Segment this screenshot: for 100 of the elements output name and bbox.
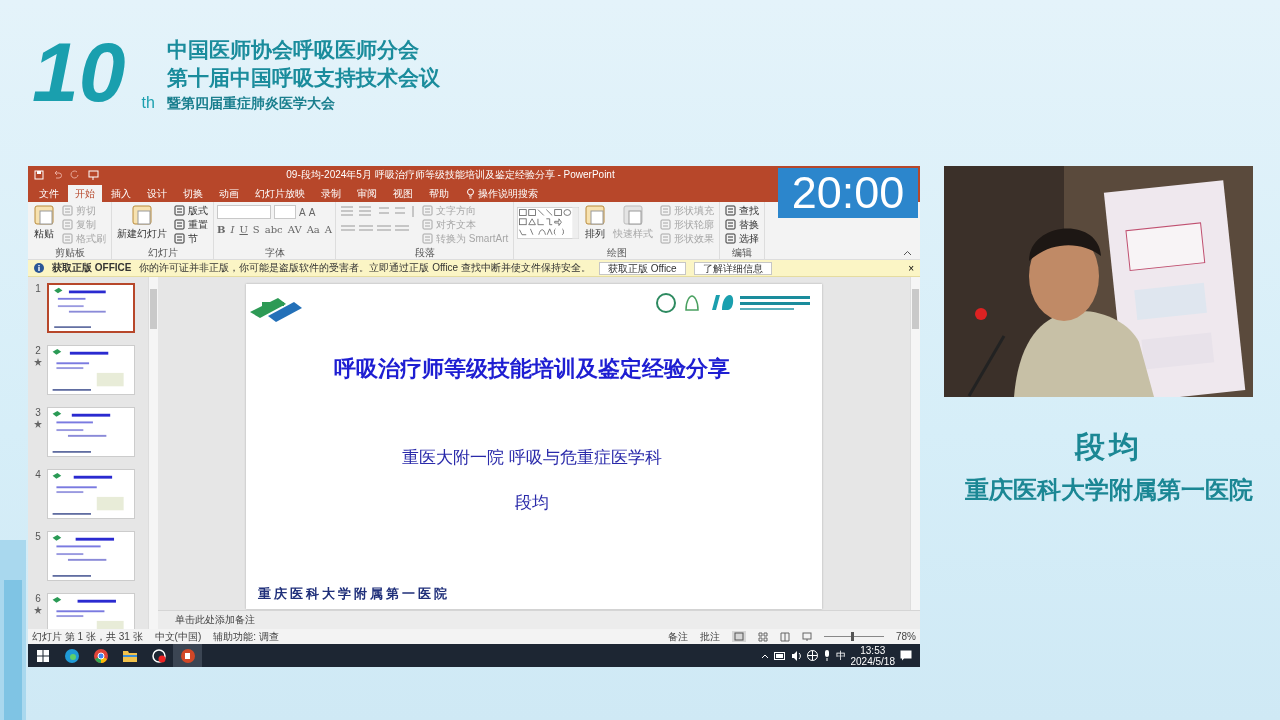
group-label: 幻灯片 <box>146 247 179 259</box>
search-box[interactable]: 操作说明搜索 <box>466 185 538 202</box>
ribbon-tab[interactable]: 审阅 <box>350 185 384 202</box>
presentation-app-icon[interactable] <box>173 644 202 667</box>
slide-number: 6 <box>35 593 41 604</box>
ribbon-button[interactable]: 重置 <box>172 218 210 231</box>
accessibility-status[interactable]: 辅助功能: 调查 <box>213 629 279 644</box>
ribbon-tab[interactable]: 切换 <box>176 185 210 202</box>
conference-title: 第十届中国呼吸支持技术会议 <box>166 65 440 91</box>
grid-view-icon[interactable] <box>758 631 768 642</box>
ribbon-button[interactable]: 选择 <box>723 232 762 245</box>
slide-number: 3 <box>35 407 41 418</box>
normal-view-icon[interactable] <box>732 631 746 642</box>
group-label: 绘图 <box>605 247 628 259</box>
tool-icon <box>62 205 73 216</box>
ribbon-button[interactable]: 版式 <box>172 204 210 217</box>
tool-icon <box>174 233 185 244</box>
speaker-name: 段均 <box>1075 429 1143 465</box>
ribbon-button[interactable]: 节 <box>172 232 210 245</box>
ribbon-tab[interactable]: 动画 <box>212 185 246 202</box>
format-button[interactable]: A <box>324 224 333 235</box>
countdown-timer: 20:00 <box>778 168 918 218</box>
conference-title: 中国医师协会呼吸医师分会 <box>166 37 420 63</box>
input-method[interactable]: 中 <box>835 648 846 663</box>
ribbon-button[interactable]: 新建幻灯片 <box>115 204 169 241</box>
notes-placeholder[interactable]: 单击此处添加备注 <box>158 610 920 629</box>
slide-number: 4 <box>35 469 41 480</box>
zoom-slider-thumb[interactable] <box>851 632 854 641</box>
format-button[interactable]: Aa <box>306 224 320 235</box>
caret-icon[interactable] <box>760 652 769 659</box>
battery-icon[interactable] <box>773 651 786 660</box>
slide-number: 1 <box>35 283 41 294</box>
notice-message: 你的许可证并非正版，你可能是盗版软件的受害者。立即通过正版 Office 查找中断并使文件保持安全。 <box>139 261 591 275</box>
save-icon[interactable] <box>34 169 44 180</box>
ribbon-tab[interactable]: 设计 <box>140 185 174 202</box>
notice-button[interactable]: 获取正版 Office <box>598 261 686 275</box>
tool-icon <box>174 219 185 230</box>
slideshow-icon[interactable] <box>802 631 812 642</box>
group-label: 段落 <box>413 247 436 259</box>
reading-view-icon[interactable] <box>780 631 790 642</box>
slide-count: 幻灯片 第 1 张，共 31 张 <box>32 629 143 644</box>
slide-title: 呼吸治疗师等级技能培训及鉴定经验分享 <box>333 355 731 383</box>
tool-icon <box>174 205 185 216</box>
format-button[interactable]: I <box>230 224 235 235</box>
lightbulb-icon <box>466 188 475 199</box>
scrollbar[interactable] <box>910 277 920 610</box>
notification-icon[interactable] <box>900 650 912 661</box>
clock[interactable]: 13:53 2024/5/18 <box>850 644 895 667</box>
font-size-button[interactable]: A <box>299 206 306 218</box>
close-button[interactable]: × <box>908 262 914 274</box>
ribbon-tab[interactable]: 文件 <box>32 185 66 202</box>
window-title: 09-段均-2024年5月 呼吸治疗师等级技能培训及鉴定经验分享 - PowerPoint <box>285 167 616 182</box>
clock-time: 13:53 <box>860 644 886 656</box>
notice-button[interactable]: 了解详细信息 <box>693 261 772 275</box>
ribbon-tab[interactable]: 视图 <box>386 185 420 202</box>
ribbon-tab[interactable]: 幻灯片放映 <box>248 185 312 202</box>
font-name-field[interactable] <box>217 205 271 219</box>
group-label: 剪贴板 <box>53 247 86 259</box>
tool-icon <box>660 233 672 244</box>
slide-subtitle: 重医大附一院 呼吸与危重症医学科 <box>401 447 663 469</box>
ribbon-tab[interactable]: 开始 <box>68 185 102 202</box>
notes-button[interactable]: 备注 <box>668 629 688 644</box>
slideshow-icon[interactable] <box>88 169 99 180</box>
tool-icon <box>660 219 672 230</box>
ribbon-button[interactable]: 查找 <box>723 204 762 217</box>
presenter-name: 段均 <box>514 492 550 514</box>
slide-footer: 重庆医科大学附属第一医院 <box>258 585 816 603</box>
speaker-icon[interactable] <box>790 650 802 661</box>
comments-button[interactable]: 批注 <box>700 629 720 644</box>
format-button[interactable]: abc <box>264 224 283 235</box>
format-button[interactable]: AV <box>287 224 302 235</box>
slide-number: 5 <box>35 531 41 542</box>
collapse-icon[interactable] <box>903 250 912 256</box>
slide-thumbnail[interactable] <box>47 283 135 333</box>
globe-icon[interactable] <box>806 650 818 661</box>
shape-gallery-icon[interactable] <box>517 204 580 242</box>
ribbon-button[interactable]: 排列 <box>582 204 609 241</box>
scrollbar[interactable] <box>148 277 158 629</box>
conference-title: 暨第四届重症肺炎医学大会 <box>166 94 336 113</box>
info-icon <box>34 263 44 273</box>
undo-icon[interactable] <box>52 169 62 180</box>
font-size-button[interactable]: A <box>308 206 316 218</box>
group-label: 字体 <box>263 247 286 259</box>
zoom-level[interactable]: 78% <box>896 631 916 642</box>
tool-icon <box>422 205 434 216</box>
format-button[interactable]: U <box>239 224 248 235</box>
logo-number: 10 <box>32 30 127 114</box>
microphone-icon[interactable] <box>822 650 831 661</box>
font-size-field[interactable] <box>274 205 296 219</box>
language[interactable]: 中文(中国) <box>154 629 202 644</box>
format-button[interactable]: S <box>252 224 260 235</box>
tool-icon <box>725 219 737 230</box>
format-button[interactable]: B <box>217 224 226 235</box>
slide-number: 2 <box>35 345 41 356</box>
tool-icon <box>62 233 73 244</box>
ribbon-tab[interactable]: 插入 <box>104 185 138 202</box>
ribbon-button[interactable]: 粘贴 <box>31 204 57 241</box>
ribbon-tab[interactable]: 帮助 <box>422 185 456 202</box>
ribbon-button[interactable]: 替换 <box>723 218 762 231</box>
ribbon-tab[interactable]: 录制 <box>314 185 348 202</box>
